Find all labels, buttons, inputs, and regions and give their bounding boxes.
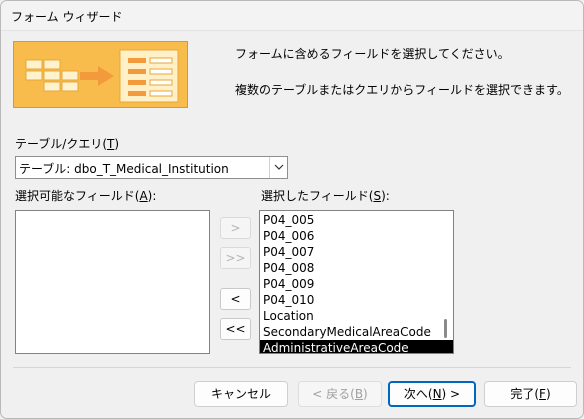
form-wizard-dialog: フォーム ウィザード フォームに含めるフィールドを選択してください。 複数のテー… <box>0 0 584 419</box>
list-item[interactable]: AdministrativeAreaCode <box>260 340 453 353</box>
list-item[interactable]: SecondaryMedicalAreaCode <box>260 324 453 340</box>
available-fields-list[interactable] <box>15 210 210 354</box>
dropdown-button[interactable] <box>269 157 287 178</box>
list-item[interactable]: P04_007 <box>260 244 453 260</box>
list-item[interactable]: P04_009 <box>260 276 453 292</box>
table-query-value: テーブル: dbo_T_Medical_Institution <box>19 162 229 176</box>
list-item[interactable]: P04_006 <box>260 228 453 244</box>
cancel-button[interactable]: キャンセル <box>194 381 288 407</box>
instruction-text: フォームに含めるフィールドを選択してください。 <box>235 47 510 61</box>
selected-fields-list[interactable]: P04_005 P04_006 P04_007 P04_008 P04_009 P04_0… <box>259 210 454 354</box>
footer-divider <box>13 367 571 368</box>
add-all-fields-button[interactable]: >> <box>220 247 251 269</box>
window-title: フォーム ウィザード <box>11 10 123 24</box>
table-query-label: テーブル/クエリ(T) <box>15 137 120 151</box>
scrollbar-thumb[interactable] <box>444 319 447 338</box>
back-button[interactable]: < 戻る(B) <box>298 381 382 407</box>
wizard-illustration <box>13 41 188 108</box>
selected-fields-label: 選択したフィールド(S): <box>261 189 390 203</box>
next-button[interactable]: 次へ(N) > <box>388 381 476 407</box>
remove-all-fields-button[interactable]: << <box>220 318 251 340</box>
remove-field-button[interactable]: < <box>220 288 251 310</box>
instruction-subtext: 複数のテーブルまたはクエリからフィールドを選択できます。 <box>235 83 569 97</box>
list-item[interactable]: P04_008 <box>260 260 453 276</box>
add-field-button[interactable]: > <box>220 217 251 239</box>
title-bar: フォーム ウィザード <box>1 1 583 31</box>
table-query-dropdown[interactable]: テーブル: dbo_T_Medical_Institution <box>15 156 288 179</box>
finish-button[interactable]: 完了(F) <box>484 381 577 407</box>
list-item[interactable]: Location <box>260 308 453 324</box>
form-wizard-icon <box>25 49 179 103</box>
list-item[interactable]: P04_005 <box>260 212 453 228</box>
available-fields-label: 選択可能なフィールド(A): <box>15 189 157 203</box>
chevron-down-icon <box>274 164 284 170</box>
list-item[interactable]: P04_010 <box>260 292 453 308</box>
